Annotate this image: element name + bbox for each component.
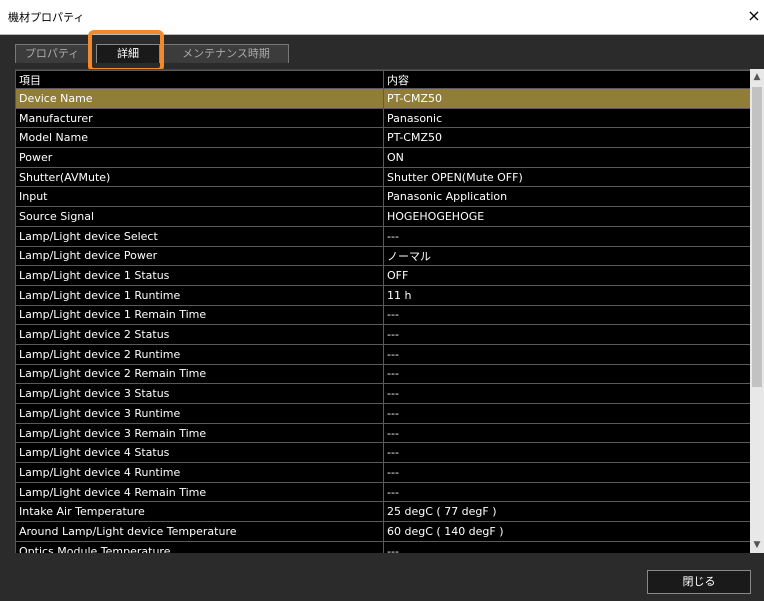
tab-properties[interactable]: プロパティ	[15, 44, 89, 63]
row-content-cell: HOGEHOGEHOGE	[383, 206, 757, 227]
row-item-cell: Lamp/Light device 3 Status	[15, 383, 384, 404]
row-item-cell: Lamp/Light device 1 Status	[15, 265, 384, 286]
row-item-cell: Lamp/Light device 4 Runtime	[15, 462, 384, 483]
row-content-cell: 60 degC ( 140 degF )	[383, 521, 757, 542]
column-header-content[interactable]: 内容	[383, 70, 757, 89]
table-row[interactable]: Around Lamp/Light device Temperature 60 d…	[15, 521, 757, 542]
row-item-cell: Device Name	[15, 88, 384, 109]
row-content-cell: ---	[383, 225, 757, 247]
row-item-cell: Intake Air Temperature	[15, 501, 384, 523]
row-content-cell: ---	[383, 304, 757, 326]
details-table: 項目 内容 Device Name PT-CMZ50 Manufacturer Pan…	[15, 70, 757, 554]
row-item-cell: Lamp/Light device 3 Runtime	[15, 403, 384, 424]
row-item-cell: Model Name	[15, 127, 384, 149]
row-content-cell: ---	[383, 403, 757, 424]
row-item-cell: Lamp/Light device 4 Status	[15, 442, 384, 464]
table-header-row: 項目 内容	[15, 70, 757, 89]
row-item-cell: Lamp/Light device 1 Remain Time	[15, 304, 384, 326]
row-content-cell: ---	[383, 324, 757, 345]
row-content-cell: Panasonic	[383, 107, 757, 129]
table-row[interactable]: Power ON	[15, 147, 757, 168]
close-icon[interactable]: ×	[746, 6, 762, 25]
table-row[interactable]: Lamp/Light device 4 Runtime ---	[15, 462, 757, 483]
table-row[interactable]: Lamp/Light device 1 Runtime 11 h	[15, 284, 757, 306]
row-item-cell: Lamp/Light device 4 Remain Time	[15, 481, 384, 503]
row-content-cell: OFF	[383, 265, 757, 286]
row-item-cell: Power	[15, 147, 384, 168]
table-row[interactable]: Device Name PT-CMZ50	[15, 88, 757, 109]
table-row[interactable]: Lamp/Light device 4 Remain Time ---	[15, 481, 757, 503]
table-row[interactable]: Lamp/Light device Select ---	[15, 225, 757, 247]
table-row[interactable]: Manufacturer Panasonic	[15, 107, 757, 129]
tab-maintenance[interactable]: メンテナンス時期	[163, 44, 289, 63]
details-table-container: 項目 内容 Device Name PT-CMZ50 Manufacturer Pan…	[15, 69, 764, 554]
table-row[interactable]: Intake Air Temperature 25 degC ( 77 degF …	[15, 501, 757, 523]
row-item-cell: Lamp/Light device 2 Runtime	[15, 343, 384, 365]
table-row[interactable]: Source Signal HOGEHOGEHOGE	[15, 206, 757, 227]
row-content-cell: ---	[383, 422, 757, 444]
row-content-cell: ---	[383, 343, 757, 365]
vertical-scrollbar[interactable]: ▲ ▼	[750, 69, 764, 553]
title-bar: 機材プロパティ ×	[0, 0, 764, 35]
window-title: 機材プロパティ	[8, 11, 85, 24]
chevron-down-icon[interactable]: ▼	[750, 537, 764, 553]
row-content-cell: ON	[383, 147, 757, 168]
row-item-cell: Input	[15, 186, 384, 208]
chevron-up-icon[interactable]: ▲	[750, 69, 764, 85]
row-item-cell: Source Signal	[15, 206, 384, 227]
row-content-cell: ---	[383, 481, 757, 503]
row-item-cell: Lamp/Light device 1 Runtime	[15, 284, 384, 306]
row-content-cell: ---	[383, 363, 757, 385]
row-item-cell: Around Lamp/Light device Temperature	[15, 521, 384, 542]
table-row[interactable]: Lamp/Light device 2 Remain Time ---	[15, 363, 757, 385]
row-content-cell: ---	[383, 383, 757, 404]
row-item-cell: Lamp/Light device 3 Remain Time	[15, 422, 384, 444]
row-content-cell: PT-CMZ50	[383, 127, 757, 149]
scrollbar-thumb[interactable]	[752, 87, 762, 387]
row-item-cell: Manufacturer	[15, 107, 384, 129]
column-header-item[interactable]: 項目	[15, 70, 384, 89]
row-content-cell: PT-CMZ50	[383, 88, 757, 109]
table-row[interactable]: Lamp/Light device 1 Status OFF	[15, 265, 757, 286]
close-button[interactable]: 閉じる	[647, 570, 751, 594]
table-row[interactable]: Lamp/Light device 4 Status ---	[15, 442, 757, 464]
table-row[interactable]: Lamp/Light device 1 Remain Time ---	[15, 304, 757, 326]
row-content-cell: ---	[383, 462, 757, 483]
table-row[interactable]: Lamp/Light device 3 Status ---	[15, 383, 757, 404]
row-item-cell: Lamp/Light device Power	[15, 245, 384, 267]
row-content-cell: Panasonic Application	[383, 186, 757, 208]
row-item-cell: Shutter(AVMute)	[15, 166, 384, 188]
tab-details[interactable]: 詳細	[96, 44, 160, 63]
row-content-cell: Shutter OPEN(Mute OFF)	[383, 166, 757, 188]
table-row[interactable]: Lamp/Light device 2 Runtime ---	[15, 343, 757, 365]
table-row[interactable]: Lamp/Light device 3 Remain Time ---	[15, 422, 757, 444]
row-content-cell: ---	[383, 442, 757, 464]
row-content-cell: ノーマル	[383, 245, 757, 267]
table-row[interactable]: Input Panasonic Application	[15, 186, 757, 208]
table-row[interactable]: Lamp/Light device 2 Status ---	[15, 324, 757, 345]
table-row[interactable]: Lamp/Light device Power ノーマル	[15, 245, 757, 267]
table-row[interactable]: Lamp/Light device 3 Runtime ---	[15, 403, 757, 424]
row-content-cell: 11 h	[383, 284, 757, 306]
row-item-cell: Lamp/Light device 2 Status	[15, 324, 384, 345]
table-row[interactable]: Model Name PT-CMZ50	[15, 127, 757, 149]
row-content-cell: 25 degC ( 77 degF )	[383, 501, 757, 523]
table-row[interactable]: Shutter(AVMute) Shutter OPEN(Mute OFF)	[15, 166, 757, 188]
row-item-cell: Lamp/Light device Select	[15, 225, 384, 247]
row-item-cell: Lamp/Light device 2 Remain Time	[15, 363, 384, 385]
